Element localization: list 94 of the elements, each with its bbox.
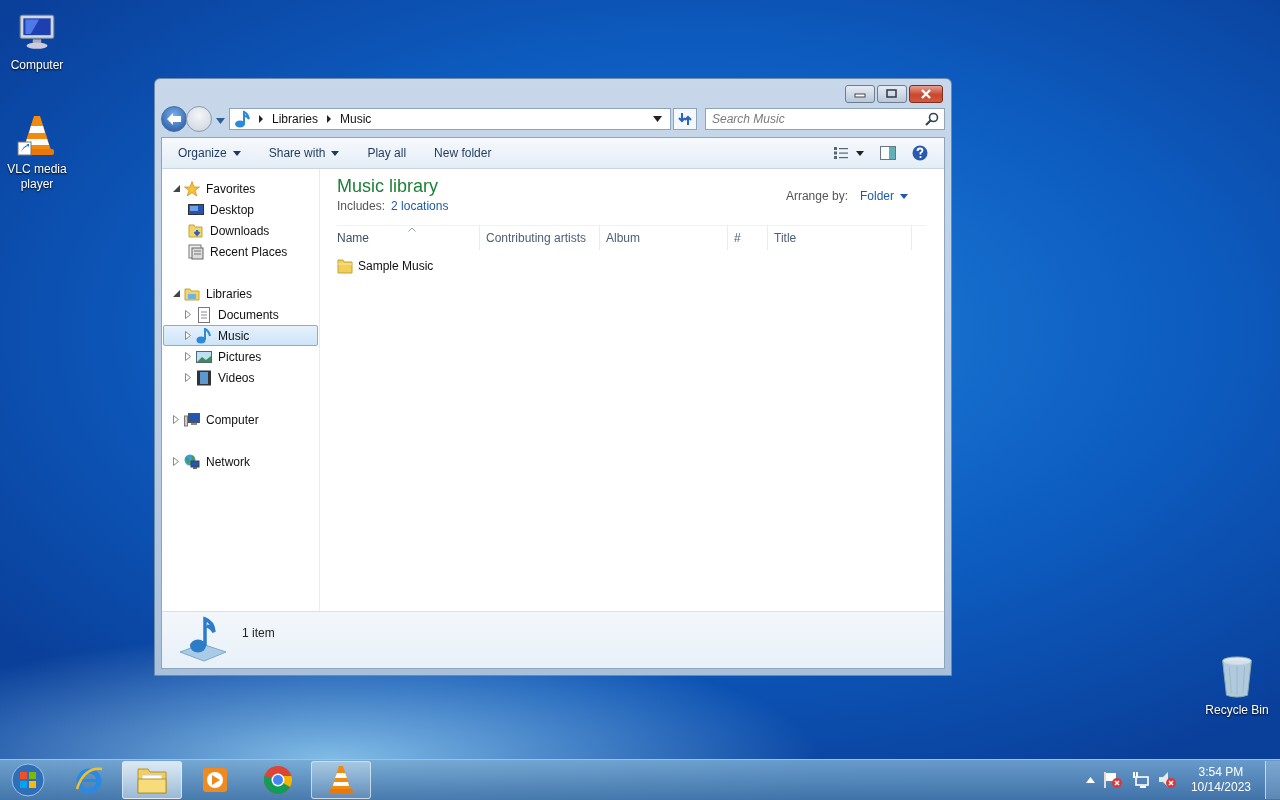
- refresh-arrows-icon: [678, 112, 692, 126]
- collapsed-triangle-icon: [185, 352, 191, 361]
- file-row[interactable]: Sample Music: [337, 255, 477, 277]
- windows-logo-icon: [11, 763, 45, 797]
- breadcrumb[interactable]: Music: [340, 112, 372, 126]
- library-folder-icon: [184, 285, 200, 302]
- network-globe-icon: [184, 453, 200, 470]
- column-header[interactable]: Contributing artists: [480, 226, 600, 250]
- music-note-icon: [234, 110, 250, 128]
- folder-icon: [337, 258, 353, 274]
- toolbar-button[interactable]: Organize: [170, 142, 249, 164]
- download-folder-icon: [188, 222, 204, 239]
- chrome-circle-icon: [263, 765, 293, 795]
- search-icon: [925, 112, 939, 126]
- clock-time: 3:54 PM: [1198, 765, 1244, 780]
- star-icon: [184, 180, 200, 197]
- collapsed-triangle-icon: [173, 415, 179, 424]
- traffic-cone-icon: [327, 765, 355, 795]
- navigation-item[interactable]: Desktop: [163, 199, 318, 220]
- navigation-item[interactable]: Network: [163, 451, 318, 472]
- collapsed-triangle-icon: [185, 331, 191, 340]
- toolbar-button[interactable]: New folder: [426, 142, 500, 164]
- browser-e-icon: [74, 765, 104, 795]
- shortcut-label: VLC media player: [6, 162, 68, 192]
- monitor-icon: [188, 201, 204, 218]
- desktop-shortcut[interactable]: Recycle Bin: [1201, 655, 1273, 718]
- navigation-item[interactable]: Libraries: [163, 283, 318, 304]
- clock[interactable]: 3:54 PM 10/14/2023: [1190, 765, 1251, 795]
- toolbar-button[interactable]: Play all: [359, 142, 415, 164]
- preview-pane-icon: [880, 146, 896, 160]
- sort-ascending-icon: [408, 227, 416, 232]
- minimize-button[interactable]: [845, 85, 875, 103]
- navigation-item[interactable]: Downloads: [163, 220, 318, 241]
- music-note-icon: [196, 327, 212, 344]
- chevron-icon: [257, 115, 265, 123]
- column-header[interactable]: Name: [337, 226, 480, 250]
- navigation-item[interactable]: Music: [163, 325, 318, 346]
- column-header[interactable]: #: [728, 226, 768, 250]
- muted-speaker-icon[interactable]: [1156, 771, 1177, 789]
- desktop-shortcut[interactable]: Computer: [1, 10, 73, 73]
- toolbar-button[interactable]: Share with: [260, 142, 348, 164]
- left-arrow-icon: [166, 112, 182, 126]
- close-button[interactable]: [909, 85, 943, 103]
- expanded-triangle-icon: [172, 290, 180, 297]
- expanded-triangle-icon: [172, 185, 180, 192]
- navigation-item[interactable]: Videos: [163, 367, 318, 388]
- item-count: 1 item: [242, 626, 275, 640]
- minimize-icon: [854, 90, 866, 98]
- collapsed-triangle-icon: [173, 457, 179, 466]
- back-button[interactable]: [161, 106, 187, 132]
- chevron-icon: [325, 115, 334, 123]
- column-header[interactable]: Title: [768, 226, 912, 250]
- help-icon: [912, 145, 928, 161]
- desktop-shortcut[interactable]: VLC media player: [1, 114, 73, 192]
- folder-icon: [137, 766, 167, 794]
- collapsed-triangle-icon: [185, 310, 191, 319]
- refresh-button[interactable]: [673, 108, 697, 130]
- restore-icon: [886, 89, 898, 99]
- taskbar-app-button[interactable]: [311, 761, 371, 799]
- show-hidden-icons-caret[interactable]: [1085, 777, 1095, 783]
- arrange-by-label: Arrange by:: [785, 189, 848, 203]
- music-note-icon: [178, 616, 228, 662]
- collapsed-triangle-icon: [185, 373, 191, 382]
- details-view-icon: [834, 147, 864, 159]
- clock-date: 10/14/2023: [1190, 780, 1251, 795]
- close-icon: [920, 89, 932, 99]
- navigation-item[interactable]: Pictures: [163, 346, 318, 367]
- caret-icon: [653, 116, 662, 122]
- caret-icon: [900, 193, 908, 199]
- shortcut-label: Computer: [10, 58, 64, 73]
- navigation-item[interactable]: Documents: [163, 304, 318, 325]
- network-icon[interactable]: [1130, 771, 1149, 789]
- media-player-icon: [202, 767, 228, 793]
- breadcrumb[interactable]: Libraries: [272, 112, 319, 126]
- navigation-item[interactable]: Favorites: [163, 178, 318, 199]
- search-field[interactable]: Search Music: [705, 108, 945, 130]
- arrange-dropdown[interactable]: Folder: [858, 187, 910, 205]
- locations-link[interactable]: 2 locations: [391, 199, 449, 213]
- library-title: Music library: [337, 175, 439, 197]
- caret-icon: [216, 118, 225, 124]
- picture-icon: [196, 348, 212, 365]
- includes-label: Includes:: [337, 199, 386, 213]
- show-desktop-button[interactable]: [1265, 761, 1280, 799]
- film-strip-icon: [196, 369, 212, 386]
- address-bar[interactable]: Libraries Music: [229, 108, 671, 130]
- computer-icon: [184, 411, 200, 428]
- flag-warning-icon[interactable]: [1102, 771, 1123, 789]
- shortcut-label: Recycle Bin: [1205, 703, 1269, 718]
- document-icon: [196, 306, 212, 323]
- navigation-item[interactable]: Recent Places: [163, 241, 318, 262]
- maximize-button[interactable]: [877, 85, 907, 103]
- recent-places-icon: [188, 243, 204, 260]
- column-header[interactable]: Album: [600, 226, 728, 250]
- navigation-item[interactable]: Computer: [163, 409, 318, 430]
